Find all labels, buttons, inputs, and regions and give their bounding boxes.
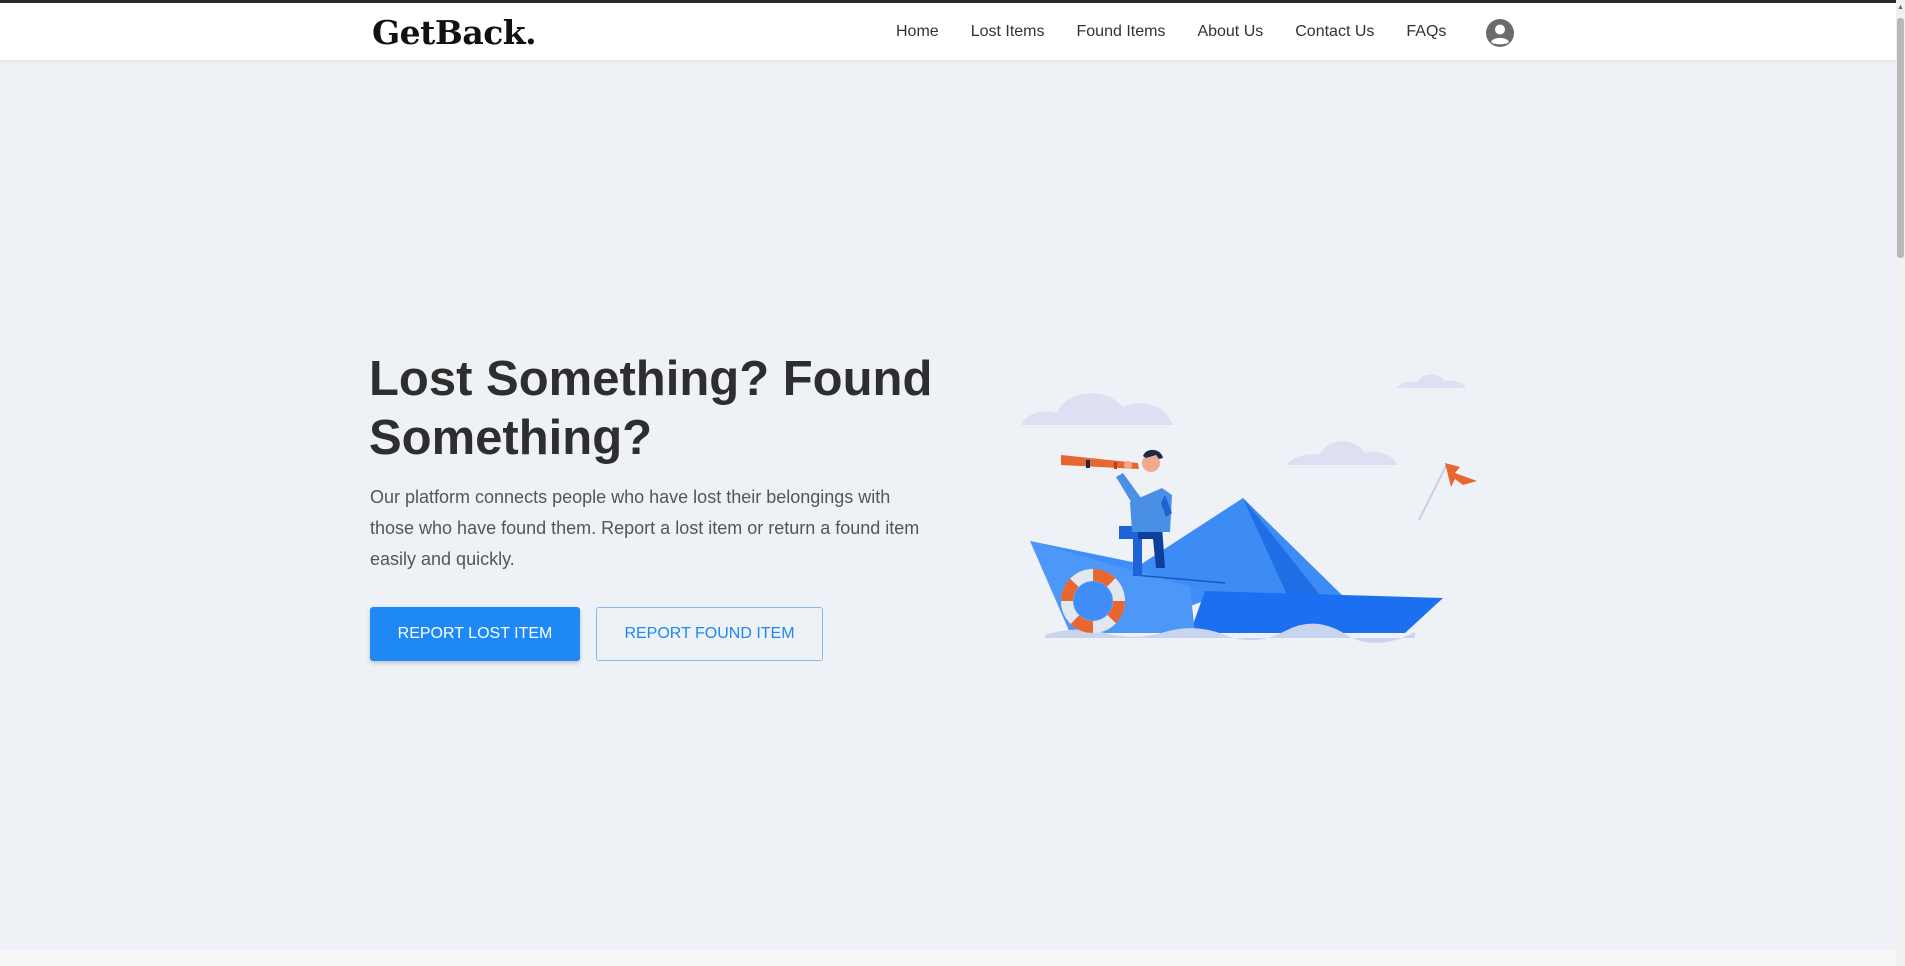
nav-item-about-us[interactable]: About Us <box>1181 23 1279 41</box>
life-ring-icon <box>1061 569 1125 633</box>
hero-illustration <box>1015 355 1485 645</box>
cloud-icon <box>1287 441 1397 465</box>
scrollbar[interactable]: ▲ <box>1896 0 1905 966</box>
nav-item-found-items[interactable]: Found Items <box>1061 23 1182 41</box>
scrollbar-thumb[interactable] <box>1897 18 1904 258</box>
nav-item-faqs[interactable]: FAQs <box>1390 23 1462 41</box>
navbar: GetBack. Home Lost Items Found Items Abo… <box>0 3 1896 60</box>
flag-icon <box>1418 463 1477 521</box>
nav-item-home[interactable]: Home <box>880 23 955 41</box>
report-lost-item-button[interactable]: Report Lost Item <box>370 607 580 661</box>
nav-item-lost-items[interactable]: Lost Items <box>955 23 1061 41</box>
logo[interactable]: GetBack. <box>372 13 537 52</box>
hero-title: Lost Something? Found Something? <box>369 352 933 465</box>
hero-description: Our platform connects people who have lo… <box>370 487 920 569</box>
next-section-edge <box>0 951 1896 966</box>
nav-item-contact-us[interactable]: Contact Us <box>1279 23 1390 41</box>
cloud-icon <box>1397 374 1466 388</box>
account-circle-icon[interactable] <box>1485 18 1515 48</box>
cloud-icon <box>1021 393 1173 425</box>
scroll-up-icon[interactable]: ▲ <box>1897 3 1904 13</box>
report-found-item-button[interactable]: Report Found Item <box>596 607 823 661</box>
nav-links: Home Lost Items Found Items About Us Con… <box>880 3 1462 60</box>
